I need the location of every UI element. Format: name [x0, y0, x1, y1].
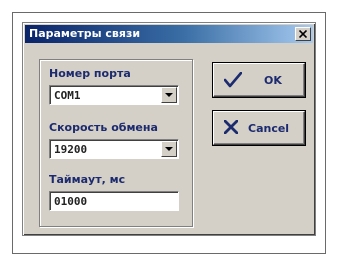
title-bar[interactable]: Параметры связи	[25, 25, 313, 43]
port-select[interactable]: COM1	[49, 85, 179, 105]
cancel-button[interactable]: Cancel	[213, 111, 305, 145]
x-mark-icon	[224, 120, 238, 134]
ok-button[interactable]: OK	[213, 63, 305, 97]
cancel-label: Cancel	[248, 122, 290, 135]
dropdown-arrow-icon	[165, 147, 173, 151]
timeout-value: 01000	[54, 195, 88, 208]
ok-label: OK	[264, 74, 282, 87]
timeout-label: Таймаут, мс	[49, 173, 126, 186]
close-button[interactable]	[295, 27, 311, 41]
timeout-input[interactable]: 01000	[49, 191, 179, 211]
dropdown-arrow-icon	[165, 93, 173, 97]
checkmark-icon	[224, 72, 242, 88]
speed-value: 19200	[54, 143, 88, 156]
speed-label: Скорость обмена	[49, 121, 158, 134]
port-dropdown-button[interactable]	[161, 87, 177, 103]
port-value: COM1	[54, 89, 81, 102]
port-label: Номер порта	[49, 67, 131, 80]
dialog-title: Параметры связи	[29, 27, 141, 40]
connection-settings-dialog: Параметры связи Номер порта COM1 Скорост…	[22, 22, 316, 236]
speed-select[interactable]: 19200	[49, 139, 179, 159]
speed-dropdown-button[interactable]	[161, 141, 177, 157]
close-icon	[299, 30, 307, 38]
